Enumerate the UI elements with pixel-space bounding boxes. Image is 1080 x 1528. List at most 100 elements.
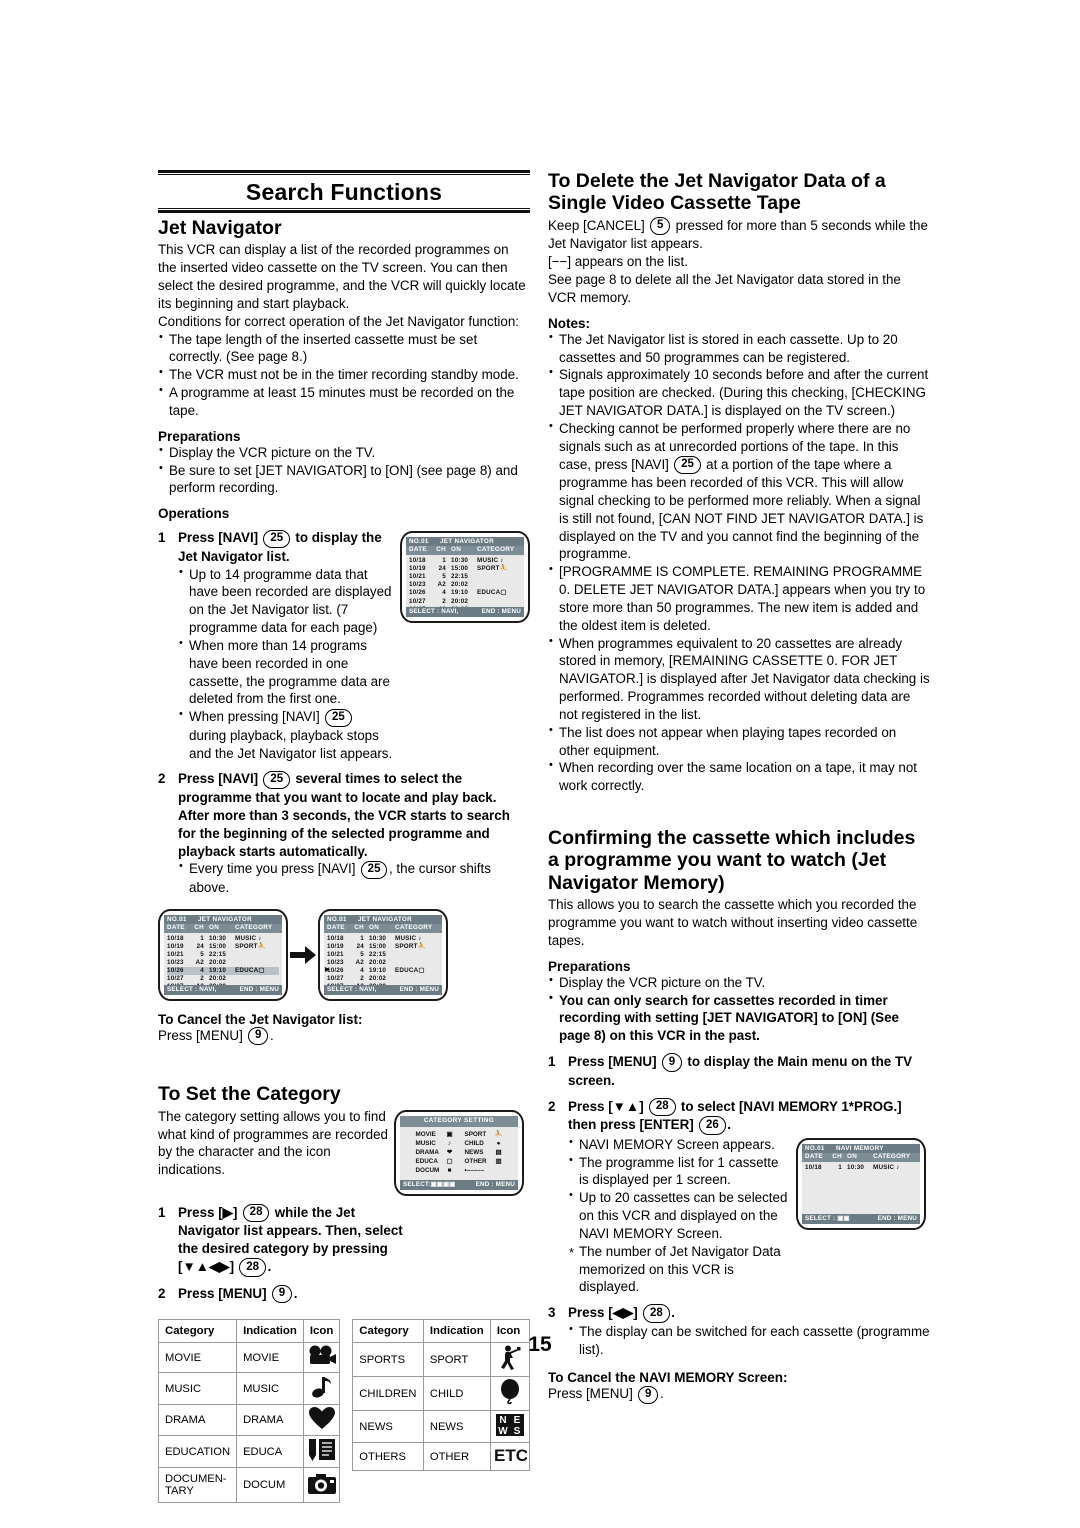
cell-category-text: SPORT — [395, 942, 418, 950]
tv-col-on: ON — [847, 1152, 858, 1160]
step-1: Press [MENU] 9 to display the Main menu … — [548, 1053, 930, 1089]
tv-footer-left: SELECT : NAVI, — [167, 985, 217, 993]
cell-date: 10/23 — [409, 581, 426, 589]
step-1: Press [NAVI] 25 to display the Jet Navig… — [158, 529, 530, 762]
tv-footer-right: END : MENU — [475, 1180, 515, 1188]
heading-delete-jet-navigator-data: To Delete the Jet Navigator Data of a Si… — [548, 170, 886, 215]
pencil-book-icon: ▢ — [418, 967, 425, 975]
step-2-bullets: NAVI MEMORY Screen appears. The programm… — [568, 1135, 790, 1243]
tv-row: 10/18 1 10:30 MUSIC ♪ — [167, 935, 279, 943]
cell-date: 10/27 — [327, 975, 344, 983]
tv-col-date: DATE — [805, 1152, 823, 1160]
step-2: Press [NAVI] 25 several times to select … — [158, 770, 530, 896]
page-number: 15 — [528, 1333, 552, 1356]
tv-row: 10/27 2 20:02 — [327, 975, 439, 983]
tv-category-item: NEWS ▤ — [465, 1149, 503, 1157]
step-text-a: Press [MENU] — [178, 1285, 271, 1301]
cell-category: OTHERS — [352, 1442, 424, 1472]
cell-date: 10/21 — [409, 573, 426, 581]
table-row: CHILDREN CHILD — [352, 1376, 531, 1412]
cell-on: 20:02 — [451, 597, 469, 605]
cell-category: EDUCATION — [157, 1435, 238, 1469]
key-badge-9: 9 — [271, 1284, 293, 1304]
music-note-icon: ♪ — [896, 1163, 900, 1171]
table-row: EDUCATION EDUCA — [157, 1435, 341, 1469]
cell-category: DOCUMEN- TARY — [157, 1467, 238, 1504]
step-1: Press [▶] 28 while the Jet Navigator lis… — [158, 1204, 418, 1277]
jet-navigator-intro: This VCR can display a list of the recor… — [158, 242, 526, 311]
tv-footer: SELECT : NAVI, END : MENU — [406, 607, 524, 618]
cell-date: 10/21 — [327, 951, 344, 958]
confirm-preparations-list: Display the VCR picture on the TV. You c… — [548, 973, 930, 1045]
table-row: MUSIC MUSIC — [157, 1372, 341, 1406]
tv-rows: 10/18 1 10:30 MUSIC ♪ 10/19 24 15:00 SPORT⛹ 10… — [164, 933, 282, 991]
news-icon: NEWS — [489, 1410, 531, 1444]
cancel-navi-memory-text: Press [MENU] 9. — [548, 1385, 930, 1405]
list-item: Checking cannot be performed properly wh… — [548, 419, 930, 563]
step-text-b: ] — [639, 1098, 648, 1114]
cell-category: CHILDREN — [352, 1376, 424, 1412]
key-badge-28: 28 — [239, 1258, 267, 1277]
jet-navigator-conditions: The tape length of the inserted cassette… — [158, 330, 530, 420]
balloon-icon: ● — [496, 1139, 501, 1147]
cell-date: 10/27 — [409, 597, 426, 605]
list-item: The programme list for 1 cassette is dis… — [568, 1153, 790, 1190]
cell-on: 20:02 — [209, 959, 227, 967]
note-text-b: at a portion of the tape where a program… — [559, 456, 924, 562]
heading-set-category: To Set the Category — [158, 1083, 341, 1106]
tv-no-label: NO.01 — [167, 915, 187, 923]
heading-confirming-cassette: Confirming the cassette which includes a… — [548, 827, 916, 894]
music-note-icon: ♪ — [447, 1139, 452, 1147]
cell-ch: 1 — [442, 557, 446, 565]
cell-on: 22:15 — [209, 951, 227, 958]
dpad-icon: ▣▣▣▣ — [430, 1180, 456, 1188]
tv-col-ch: CH — [354, 923, 364, 931]
step-2: Press [MENU] 9. — [158, 1285, 530, 1304]
svg-text:W: W — [498, 1426, 508, 1437]
list-item: Up to 14 programme data that have been r… — [178, 565, 394, 637]
cancel-text-b: . — [269, 1027, 274, 1043]
cell-category-text: SPORT — [477, 565, 500, 573]
cell-on: 15:00 — [451, 565, 469, 573]
cell-category-text: MUSIC — [477, 557, 499, 565]
cell-category: DRAMA — [157, 1404, 238, 1437]
footer-left-text: SELECT : — [805, 1214, 836, 1222]
tv-footer: SELECT : ▣▣ END : MENU — [802, 1213, 920, 1224]
tv-title: NAVI MEMORY — [836, 1144, 884, 1152]
soccer-player-icon: ⛹ — [417, 942, 426, 950]
etc-icon: ▥ — [495, 1158, 502, 1166]
tv-category-item: EDUCA ▢ — [416, 1158, 454, 1166]
item-label: NEWS — [464, 1148, 484, 1156]
tv-col-ch: CH — [194, 923, 204, 931]
cell-on: 22:15 — [369, 951, 387, 958]
tv-category-item: DRAMA ❤ — [416, 1149, 454, 1157]
step-text-b: ] — [232, 1204, 242, 1220]
updown-arrows-icon: ▼▲ — [612, 1098, 640, 1114]
table-row: DOCUMEN- TARY DOCUM — [157, 1467, 341, 1504]
cell-date: 10/23 — [167, 959, 184, 967]
tv-row: 10/19 24 15:00 SPORT⛹ — [327, 943, 439, 951]
tv-category-item: •––––– — [465, 1167, 503, 1175]
news-icon: ▤ — [495, 1148, 502, 1156]
camera-icon — [302, 1467, 341, 1504]
pencil-book-icon: ▢ — [446, 1158, 453, 1166]
item-label: CHILD — [464, 1139, 484, 1147]
heading-jet-navigator: Jet Navigator — [158, 217, 282, 239]
tv-header-row-2: DATE CH ON CATEGORY — [324, 923, 442, 933]
tv-screen-jet-navigator-1: NO.01 JET NAVIGATOR DATE CH ON CATEGORY … — [400, 531, 530, 624]
cell-date: 10/26 — [327, 967, 344, 975]
category-intro: The category setting allows you to find … — [158, 1108, 388, 1178]
cell-date: 10/19 — [167, 942, 184, 950]
key-badge-28: 28 — [642, 1304, 670, 1323]
tv-row: 10/21 5 22:15 — [167, 951, 279, 959]
preparations-list: Display the VCR picture on the TV. Be su… — [158, 443, 530, 497]
page-title: Search Functions — [245, 179, 443, 205]
tv-col-on: ON — [369, 923, 380, 931]
key-badge-9: 9 — [661, 1053, 683, 1072]
step-1-bullets: Up to 14 programme data that have been r… — [178, 565, 394, 763]
bullet-text-b: during playback, playback stops and the … — [189, 727, 393, 761]
step-text-b: . — [293, 1285, 298, 1301]
cell-ch: 2 — [442, 597, 446, 605]
tv-category-title: CATEGORY SETTING — [400, 1115, 518, 1127]
list-item: The tape length of the inserted cassette… — [158, 330, 530, 367]
